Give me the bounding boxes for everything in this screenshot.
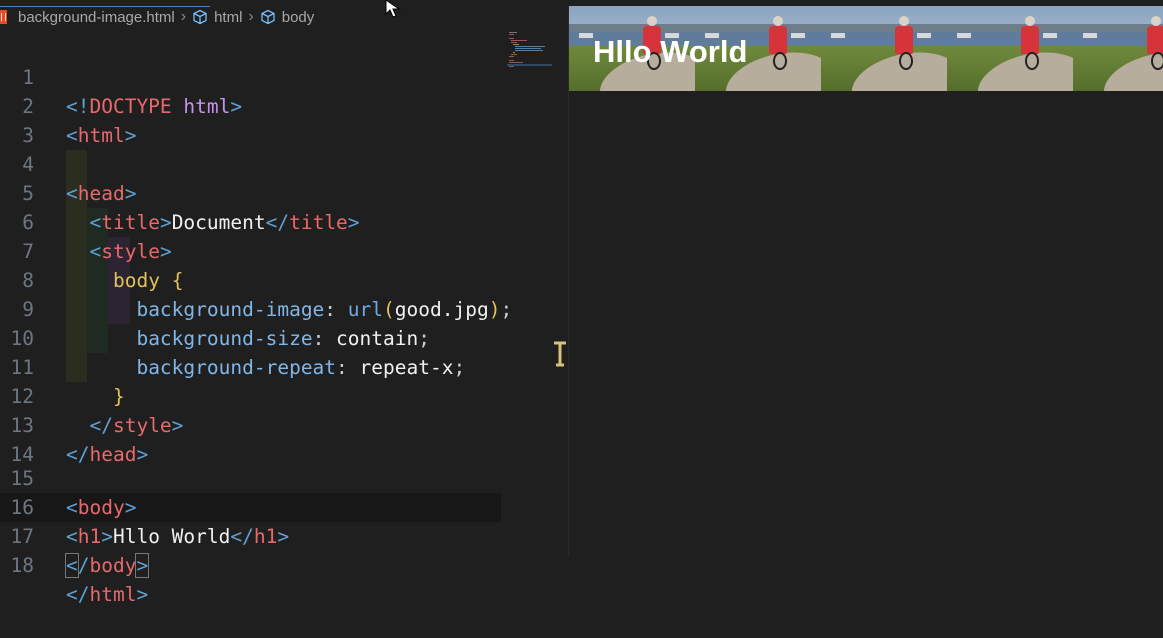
breadcrumb-body-label: body bbox=[281, 8, 315, 26]
code-line: 16 <h1>Hllo World</h1> bbox=[0, 464, 552, 548]
code-line: 12 </style> bbox=[0, 353, 552, 437]
code-line: 9 background-size: contain; bbox=[0, 266, 552, 350]
code-line: 6 <style> bbox=[0, 179, 552, 263]
chevron-right-icon: › bbox=[180, 8, 187, 25]
breadcrumb-file[interactable]: background-image.html bbox=[0, 9, 175, 26]
code-line: 5 <title>Document</title> bbox=[0, 150, 552, 234]
text-cursor-icon bbox=[554, 341, 566, 367]
minimap[interactable] bbox=[507, 30, 552, 70]
code-line: 7 body { bbox=[0, 208, 552, 292]
code-editor[interactable]: 1 <!DOCTYPE html> 2 <html> 3 4 <head> 5 … bbox=[0, 34, 552, 606]
background-image-tile bbox=[1073, 6, 1163, 91]
breadcrumb-html-label: html bbox=[214, 8, 243, 26]
code-line: 11 } bbox=[0, 324, 552, 408]
breadcrumb: background-image.html › html › body bbox=[0, 0, 568, 34]
browser-preview[interactable]: Hllo World bbox=[568, 6, 1163, 556]
code-line: 13 </head> bbox=[0, 382, 552, 466]
preview-heading: Hllo World bbox=[593, 34, 748, 69]
token: html bbox=[89, 583, 137, 606]
code-line: 8 background-image: url(good.jpg); bbox=[0, 237, 552, 321]
html-file-icon bbox=[0, 10, 7, 24]
background-image-tile bbox=[821, 6, 947, 91]
mouse-pointer-icon bbox=[385, 0, 401, 18]
code-line: 2 <html> bbox=[0, 63, 552, 147]
line-number: 18 bbox=[10, 554, 34, 577]
cube-icon bbox=[192, 9, 208, 25]
code-line: 10 background-repeat: repeat-x; bbox=[0, 295, 552, 379]
code-line: 18 </html> bbox=[0, 522, 552, 606]
cube-icon bbox=[260, 9, 276, 25]
token: body bbox=[89, 554, 137, 577]
code-line: 15 <body> bbox=[0, 435, 552, 519]
breadcrumb-body[interactable]: body bbox=[260, 8, 315, 26]
breadcrumb-file-label: background-image.html bbox=[18, 8, 175, 26]
code-line: 4 <head> bbox=[0, 121, 552, 205]
code-line: 1 <!DOCTYPE html> bbox=[0, 34, 552, 118]
background-image-tile bbox=[947, 6, 1073, 91]
chevron-right-icon: › bbox=[248, 8, 254, 25]
active-tab-indicator bbox=[0, 6, 210, 7]
breadcrumb-html[interactable]: html bbox=[192, 9, 242, 26]
code-line: 3 bbox=[0, 92, 552, 147]
code-line: 17 </body> bbox=[0, 493, 552, 578]
